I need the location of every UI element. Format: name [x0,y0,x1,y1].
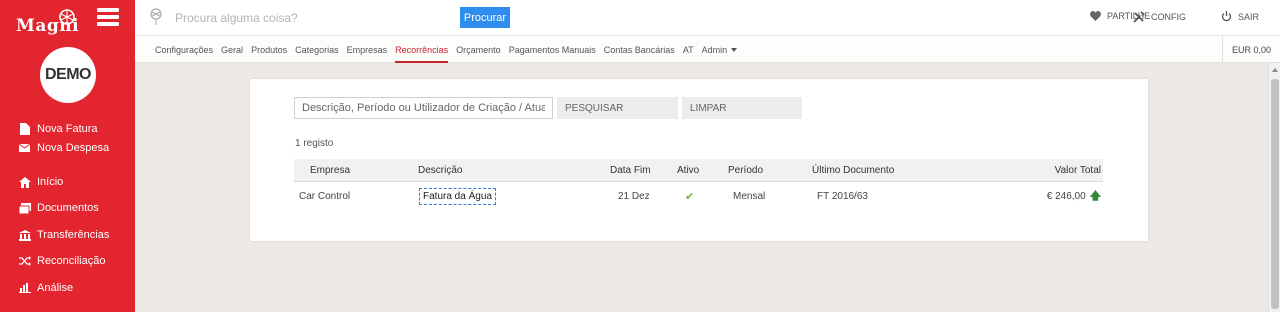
tab-produtos[interactable]: Produtos [251,36,287,63]
sidebar-item-reconciliacao[interactable]: Reconciliação [19,254,105,268]
brand-logo[interactable]: Magni [16,8,79,36]
cell-periodo: Mensal [733,191,766,202]
tab-geral[interactable]: Geral [221,36,243,63]
logout-button[interactable]: SAIR [1221,11,1259,22]
table-row[interactable]: Car Control Fatura da Água 21 Dez ✔ Mens… [294,182,1103,211]
tab-empresas[interactable]: Empresas [347,36,388,63]
sidebar-item-label: Transferências [37,229,110,241]
cell-ativo: ✔ [685,182,694,211]
sidebar-item-analise[interactable]: Análise [19,281,73,295]
nav-tabs: Configurações Geral Produtos Categorias … [155,36,745,63]
heart-icon [1090,11,1101,21]
column-header-periodo[interactable]: Período [728,159,763,181]
sidebar-item-inicio[interactable]: Início [19,175,63,189]
cell-ultimo-documento[interactable]: FT 2016/63 [817,182,868,211]
column-header-valor-total[interactable]: Valor Total [1055,159,1101,181]
scrollbar[interactable] [1268,63,1280,312]
sidebar-item-label: Nova Fatura [37,123,98,135]
documents-icon [19,202,31,214]
valor-total-value: € 246,00 [1046,191,1086,202]
sidebar-item-documentos[interactable]: Documentos [19,201,99,215]
description-link[interactable]: Fatura da Água [419,188,496,205]
power-icon [1221,11,1232,22]
tab-orcamento[interactable]: Orçamento [456,36,501,63]
sidebar-item-label: Análise [37,282,74,294]
shuffle-icon [19,255,31,267]
sidebar: Magni DEMO Nova Fatura Nova Despesa Iníc… [0,0,135,312]
sidebar-item-label: Início [37,176,64,188]
column-header-data-fim[interactable]: Data Fim [610,159,651,181]
column-header-ultimo-documento[interactable]: Último Documento [812,159,894,181]
menu-toggle-icon[interactable] [97,8,119,26]
bank-icon [19,229,31,241]
brand-mark-icon [59,9,75,25]
clear-filter-button[interactable]: LIMPAR [682,97,802,119]
tab-pagamentos-manuais[interactable]: Pagamentos Manuais [509,36,596,63]
account-logo: DEMO [40,47,96,103]
scroll-up-icon[interactable] [1272,68,1278,72]
bar-chart-icon [19,282,31,294]
wrench-icon [1133,11,1145,23]
account-logo-text: DEMO [45,66,92,83]
tab-categorias[interactable]: Categorias [295,36,339,63]
tab-contas-bancarias[interactable]: Contas Bancárias [604,36,675,63]
tab-admin[interactable]: Admin [702,36,738,63]
tab-at[interactable]: AT [683,36,694,63]
config-button[interactable]: CONFIG [1133,11,1186,23]
result-count: 1 registo [295,138,334,149]
envelope-icon [19,142,31,154]
recurrences-panel: PESQUISAR LIMPAR 1 registo Empresa Descr… [249,78,1149,242]
recurrences-table: Empresa Descrição Data Fim Ativo Período… [294,159,1103,211]
sidebar-item-nova-fatura[interactable]: Nova Fatura [19,122,98,136]
caret-down-icon [731,47,738,52]
cell-data-fim: 21 Dez [618,191,650,202]
logout-label: SAIR [1238,11,1260,22]
account-balance: EUR 0,00 [1222,36,1280,63]
tab-configuracoes[interactable]: Configurações [155,36,213,63]
top-bar: Procurar PARTILHE CONFIG SAIR [135,0,1280,36]
arrow-up-icon: 🡅 [1089,190,1101,202]
sidebar-item-label: Reconciliação [37,255,106,267]
search-button[interactable]: Procurar [460,7,510,28]
home-icon [19,176,31,188]
cell-empresa: Car Control [299,191,351,202]
check-icon: ✔ [685,191,695,203]
config-label: CONFIG [1151,12,1186,22]
column-header-empresa[interactable]: Empresa [310,159,350,181]
cell-valor-total: € 246,00 🡅 [1047,182,1101,211]
nav-bar: Configurações Geral Produtos Categorias … [135,36,1280,63]
balloon-icon [150,8,162,25]
scrollbar-thumb[interactable] [1271,79,1279,309]
tab-admin-label: Admin [701,44,728,55]
sidebar-item-label: Documentos [37,202,99,214]
search-filter-button[interactable]: PESQUISAR [557,97,678,119]
tab-recorrencias[interactable]: Recorrências [395,36,449,63]
column-header-descricao[interactable]: Descrição [418,159,462,181]
sidebar-item-transferencias[interactable]: Transferências [19,228,109,242]
search-input[interactable] [175,7,455,29]
filter-input[interactable] [294,97,553,119]
column-header-ativo[interactable]: Ativo [677,159,699,181]
sidebar-item-label: Nova Despesa [37,142,110,154]
document-icon [19,123,31,135]
table-header: Empresa Descrição Data Fim Ativo Período… [294,159,1103,182]
cell-descricao[interactable]: Fatura da Água [419,182,496,211]
sidebar-item-nova-despesa[interactable]: Nova Despesa [19,141,109,155]
